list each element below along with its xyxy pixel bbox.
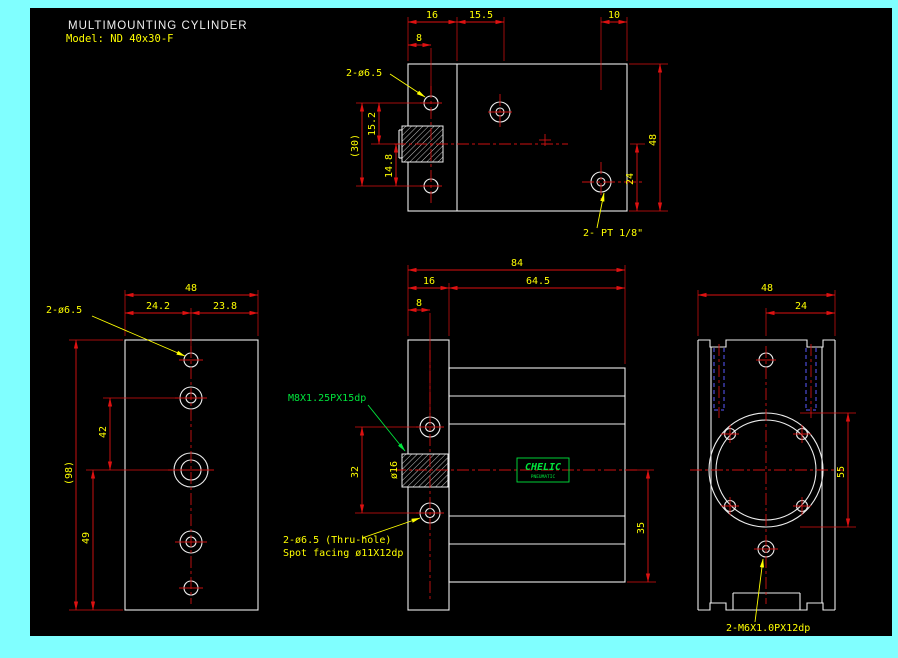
cad-viewer-window: MULTIMOUNTING CYLINDER Model: ND 40x30-F <box>0 0 898 658</box>
logo-subtext: PNEUMATIC <box>531 474 556 480</box>
label-mount-holes-top: 2-ø6.5 <box>346 68 382 79</box>
dim-rod-upper: 15.2 <box>367 112 378 136</box>
dim-bottom-height: 35 <box>636 522 647 534</box>
label-mount-holes-left: 2-ø6.5 <box>46 305 82 316</box>
dim-left-width-a: 24.2 <box>146 301 170 312</box>
label-spot-facing: Spot facing ø11X12dp <box>283 548 403 559</box>
dim-top-height-half: 24 <box>625 173 636 185</box>
dim-rod-lower: 14.8 <box>384 154 395 178</box>
model-number: Model: ND 40x30-F <box>66 33 173 45</box>
dim-flange-thickness: 16 <box>423 276 435 287</box>
label-thru-hole: 2-ø6.5 (Thru-hole) <box>283 535 391 546</box>
dim-right-height: 55 <box>836 466 847 478</box>
label-pt-ports: 2- PT 1/8" <box>583 228 643 239</box>
dim-right-width: 48 <box>761 283 773 294</box>
dim-rod-diameter: ø16 <box>389 461 400 479</box>
dim-mid-width: 15.5 <box>469 10 493 21</box>
dim-top-height: 48 <box>648 134 659 146</box>
logo-text: CHELIC <box>525 462 561 473</box>
dim-right-width-half: 24 <box>795 301 807 312</box>
dim-body-length: 64.5 <box>526 276 550 287</box>
rod-thread-hatch-front <box>402 454 448 487</box>
dim-left-lower-span: 49 <box>81 532 92 544</box>
dim-flange-width: 16 <box>426 10 438 21</box>
label-rod-thread: M8X1.25PX15dp <box>288 393 366 404</box>
dim-left-width-b: 23.8 <box>213 301 237 312</box>
dim-left-width: 48 <box>185 283 197 294</box>
drawing-title: MULTIMOUNTING CYLINDER <box>68 20 248 32</box>
dim-left-height: (98) <box>64 461 75 485</box>
label-tap-holes: 2-M6X1.0PX12dp <box>726 623 810 634</box>
dim-front-hole-span: 32 <box>350 466 361 478</box>
dim-left-hole-span: 42 <box>98 426 109 438</box>
cad-drawing-canvas[interactable]: MULTIMOUNTING CYLINDER Model: ND 40x30-F <box>0 0 898 658</box>
dim-length: 84 <box>511 258 523 269</box>
dim-port-offset: 10 <box>608 10 620 21</box>
dim-front-hole-offset: 8 <box>416 298 422 309</box>
dim-rod-span: (30) <box>350 134 361 158</box>
dim-hole-offset: 8 <box>416 33 422 44</box>
